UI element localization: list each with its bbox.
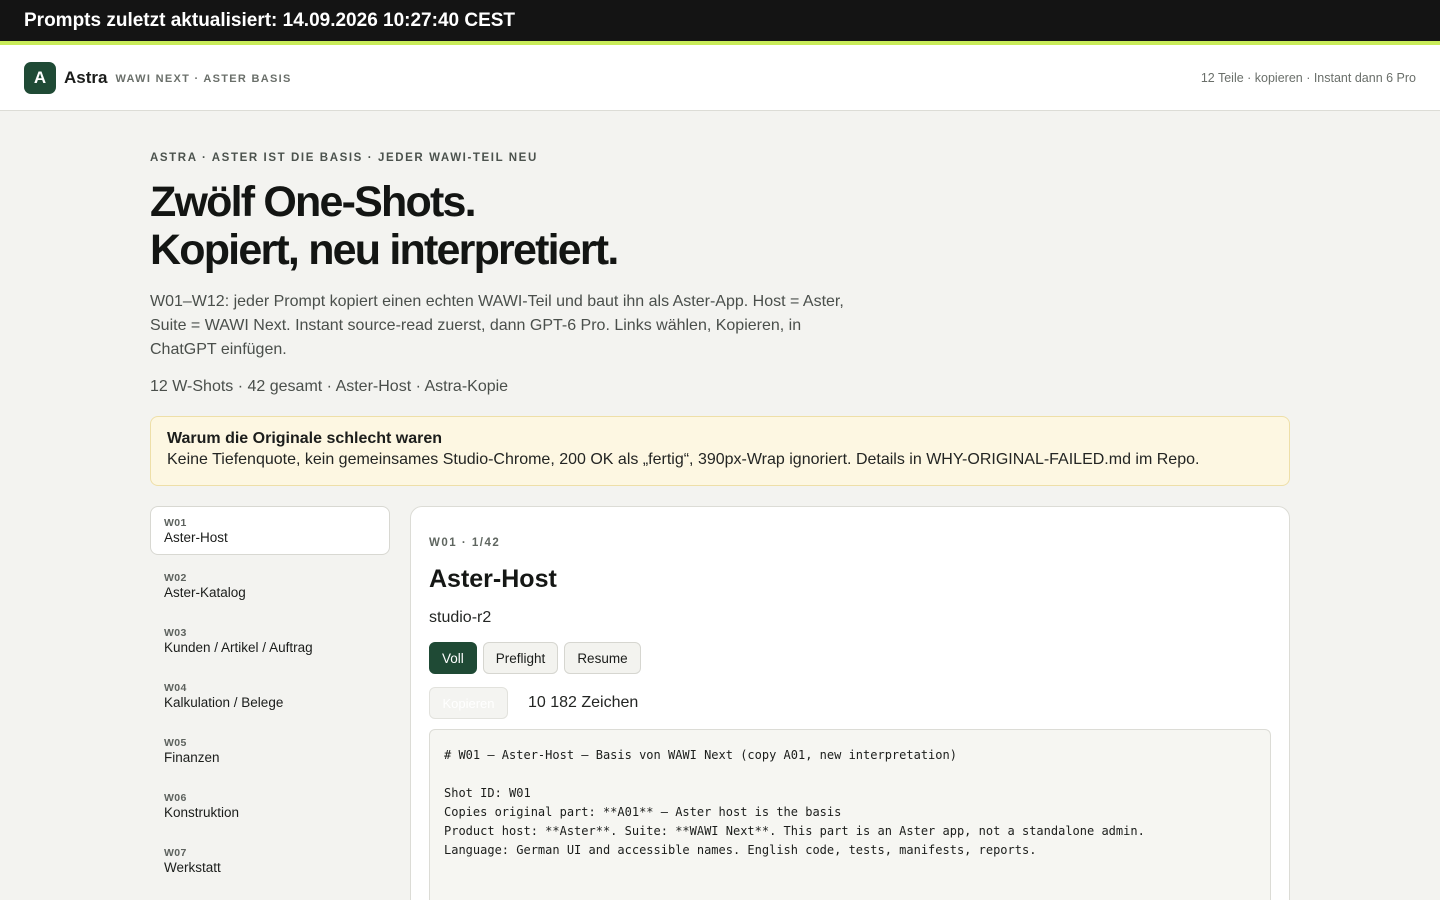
copy-button[interactable]: Kopieren bbox=[429, 687, 508, 719]
copy-row: Kopieren 10 182 Zeichen bbox=[429, 687, 1271, 719]
prompt-panel: W01 · 1/42 Aster-Host studio-r2 Voll Pre… bbox=[410, 506, 1290, 900]
prompt-text[interactable]: # W01 — Aster-Host — Basis von WAWI Next… bbox=[429, 729, 1271, 900]
brand-subtitle: WAWI NEXT · ASTER BASIS bbox=[115, 72, 292, 85]
prompt-meta: W01 · 1/42 bbox=[429, 537, 501, 549]
shot-list: W01 Aster-Host W02 Aster-Katalog W03 Kun… bbox=[150, 506, 390, 900]
hero-eyebrow: ASTRA · ASTER IST DIE BASIS · JEDER WAWI… bbox=[150, 152, 538, 164]
shot-list-item-w05[interactable]: W05 Finanzen bbox=[150, 726, 390, 775]
main-content: ASTRA · ASTER IST DIE BASIS · JEDER WAWI… bbox=[0, 152, 1440, 900]
workspace: W01 Aster-Host W02 Aster-Katalog W03 Kun… bbox=[150, 506, 1290, 900]
mode-button-resume[interactable]: Resume bbox=[564, 642, 641, 674]
mode-button-preflight[interactable]: Preflight bbox=[482, 642, 559, 674]
shot-code: W01 bbox=[164, 517, 187, 529]
shot-label: Konstruktion bbox=[164, 805, 240, 820]
app-header: A Astra WAWI NEXT · ASTER BASIS 12 Teile… bbox=[0, 45, 1440, 111]
mode-button-voll[interactable]: Voll bbox=[429, 642, 477, 674]
shot-list-item-w01[interactable]: W01 Aster-Host bbox=[150, 506, 390, 555]
shot-list-item-w04[interactable]: W04 Kalkulation / Belege bbox=[150, 671, 390, 720]
logo-icon: A bbox=[24, 61, 56, 94]
shot-code: W07 bbox=[164, 847, 187, 859]
char-count: 10 182 Zeichen bbox=[528, 694, 639, 711]
shot-label: Aster-Katalog bbox=[164, 585, 246, 600]
shot-list-item-w02[interactable]: W02 Aster-Katalog bbox=[150, 561, 390, 610]
prompt-line: Language: German UI and accessible names… bbox=[444, 843, 1037, 857]
prompt-line: Shot ID: W01 bbox=[444, 786, 531, 800]
shot-code: W03 bbox=[164, 627, 187, 639]
brand-name: Astra bbox=[64, 67, 108, 87]
brand[interactable]: A Astra WAWI NEXT · ASTER BASIS bbox=[24, 61, 292, 94]
shot-list-item-w03[interactable]: W03 Kunden / Artikel / Auftrag bbox=[150, 616, 390, 665]
shot-code: W05 bbox=[164, 737, 187, 749]
shot-label: Kunden / Artikel / Auftrag bbox=[164, 640, 313, 655]
hero-stats: 12 W-Shots · 42 gesamt · Aster-Host · As… bbox=[150, 378, 509, 395]
notice-title: Warum die Originale schlecht waren bbox=[167, 430, 443, 447]
hero-title: Zwölf One-Shots. Kopiert, neu interpreti… bbox=[150, 178, 1290, 274]
prompt-line: Copies original part: **A01** — Aster ho… bbox=[444, 805, 842, 819]
prompt-title: Aster-Host bbox=[429, 565, 557, 593]
shot-label: Finanzen bbox=[164, 750, 220, 765]
prompt-line bbox=[444, 765, 1256, 784]
prompt-subtitle: studio-r2 bbox=[429, 609, 492, 626]
shot-code: W02 bbox=[164, 572, 187, 584]
notice-box: Warum die Originale schlecht waren Keine… bbox=[150, 416, 1290, 486]
shot-label: Werkstatt bbox=[164, 860, 221, 875]
prompt-line: Product host: **Aster**. Suite: **WAWI N… bbox=[444, 824, 1145, 838]
shot-code: W04 bbox=[164, 682, 187, 694]
header-meta: 12 Teile · kopieren · Instant dann 6 Pro bbox=[1200, 70, 1416, 85]
shot-code: W06 bbox=[164, 792, 187, 804]
update-banner: Prompts zuletzt aktualisiert: 14.09.2026… bbox=[0, 0, 1440, 45]
hero-title-line-1: Zwölf One-Shots. bbox=[150, 178, 477, 226]
hero-title-line-2: Kopiert, neu interpretiert. bbox=[150, 226, 619, 274]
notice-text: Keine Tiefenquote, kein gemeinsames Stud… bbox=[167, 451, 1200, 468]
update-banner-text: Prompts zuletzt aktualisiert: 14.09.2026… bbox=[24, 9, 516, 31]
shot-list-item-w06[interactable]: W06 Konstruktion bbox=[150, 781, 390, 830]
mode-switcher: Voll Preflight Resume bbox=[429, 642, 1271, 674]
shot-label: Aster-Host bbox=[164, 530, 228, 545]
shot-list-item-w07[interactable]: W07 Werkstatt bbox=[150, 836, 390, 885]
hero-lead: W01–W12: jeder Prompt kopiert einen echt… bbox=[150, 293, 844, 358]
shot-label: Kalkulation / Belege bbox=[164, 695, 284, 710]
prompt-line: # W01 — Aster-Host — Basis von WAWI Next… bbox=[444, 748, 957, 762]
